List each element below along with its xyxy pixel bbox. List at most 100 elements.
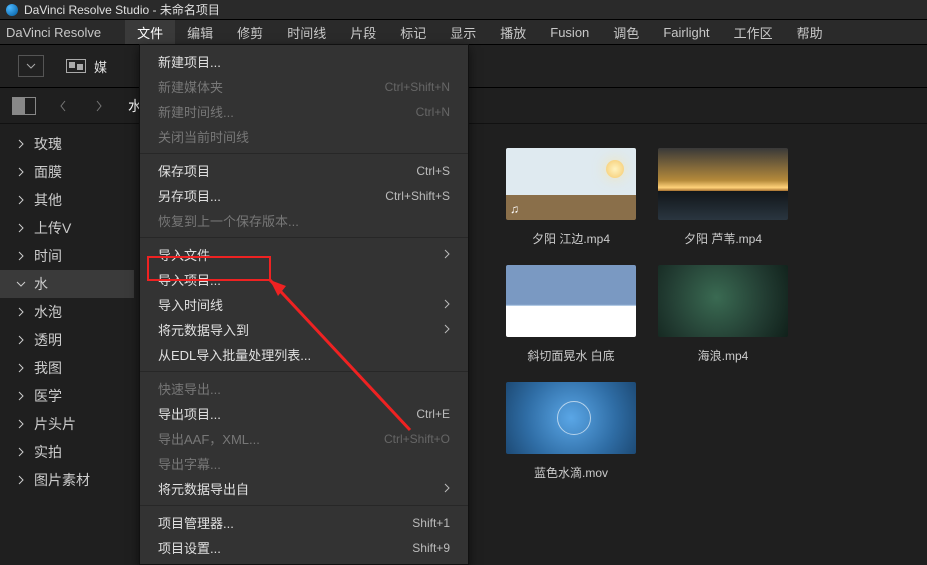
nav-forward-button[interactable] bbox=[90, 97, 108, 115]
menu-entry: 新建媒体夹Ctrl+Shift+N bbox=[140, 74, 468, 99]
menubar: DaVinci Resolve 文件编辑修剪时间线片段标记显示播放Fusion调… bbox=[0, 20, 927, 44]
clip-name: 夕阳 江边.mp4 bbox=[532, 230, 610, 247]
media-pool-label: 媒 bbox=[94, 57, 107, 76]
clip-thumbnail bbox=[506, 382, 636, 454]
media-clip[interactable]: 夕阳 芦苇.mp4 bbox=[658, 148, 788, 247]
menu-item-调色[interactable]: 调色 bbox=[601, 20, 651, 44]
menu-entry-label: 导出项目... bbox=[158, 404, 221, 423]
menu-entry-label: 另存项目... bbox=[158, 186, 221, 205]
bin-label: 医学 bbox=[34, 386, 62, 406]
media-clip[interactable]: 海浪.mp4 bbox=[658, 265, 788, 364]
menu-shortcut: Ctrl+Shift+O bbox=[384, 432, 450, 446]
bin-label: 实拍 bbox=[34, 442, 62, 462]
menu-item-标记[interactable]: 标记 bbox=[388, 20, 438, 44]
menu-entry[interactable]: 从EDL导入批量处理列表... bbox=[140, 342, 468, 367]
clip-name: 夕阳 芦苇.mp4 bbox=[684, 230, 762, 247]
menu-item-帮助[interactable]: 帮助 bbox=[785, 20, 835, 44]
menu-entry: 导出AAF，XML... Ctrl+Shift+O bbox=[140, 426, 468, 451]
menu-entry[interactable]: 保存项目Ctrl+S bbox=[140, 158, 468, 183]
bin-item[interactable]: 面膜 bbox=[0, 158, 134, 186]
menu-item-修剪[interactable]: 修剪 bbox=[225, 20, 275, 44]
chevron-right-icon bbox=[16, 307, 26, 317]
nav-back-button[interactable] bbox=[54, 97, 72, 115]
menu-entry[interactable]: 项目设置...Shift+9 bbox=[140, 535, 468, 560]
chevron-right-icon bbox=[16, 447, 26, 457]
menu-entry-label: 将元数据导出自 bbox=[158, 479, 249, 498]
menu-shortcut: Ctrl+N bbox=[416, 105, 450, 119]
bin-item[interactable]: 上传V bbox=[0, 214, 134, 242]
menu-entry[interactable]: 项目管理器...Shift+1 bbox=[140, 510, 468, 535]
bin-label: 透明 bbox=[34, 330, 62, 350]
menu-item-Fusion[interactable]: Fusion bbox=[538, 20, 601, 44]
menu-item-播放[interactable]: 播放 bbox=[488, 20, 538, 44]
bin-tree-sidebar: 玫瑰面膜其他上传V时间水水泡透明我图医学片头片实拍图片素材 bbox=[0, 124, 134, 565]
menu-item-显示[interactable]: 显示 bbox=[438, 20, 488, 44]
chevron-right-icon bbox=[444, 247, 450, 262]
menu-entry-label: 导出字幕... bbox=[158, 454, 221, 473]
bin-item[interactable]: 医学 bbox=[0, 382, 134, 410]
menu-entry[interactable]: 另存项目...Ctrl+Shift+S bbox=[140, 183, 468, 208]
menu-entry-label: 关闭当前时间线 bbox=[158, 127, 249, 146]
bin-item[interactable]: 图片素材 bbox=[0, 466, 134, 494]
bin-item[interactable]: 时间 bbox=[0, 242, 134, 270]
media-clip[interactable]: 斜切面晃水 白底 bbox=[506, 265, 636, 364]
menu-item-片段[interactable]: 片段 bbox=[338, 20, 388, 44]
media-clip[interactable]: 蓝色水滴.mov bbox=[506, 382, 636, 481]
bin-item[interactable]: 片头片 bbox=[0, 410, 134, 438]
bin-label: 图片素材 bbox=[34, 470, 90, 490]
menu-entry-label: 从EDL导入批量处理列表... bbox=[158, 345, 311, 364]
bin-item[interactable]: 透明 bbox=[0, 326, 134, 354]
menu-entry: 关闭当前时间线 bbox=[140, 124, 468, 149]
menu-entry[interactable]: 新建项目... bbox=[140, 49, 468, 74]
menu-item-编辑[interactable]: 编辑 bbox=[175, 20, 225, 44]
menu-entry-label: 新建时间线... bbox=[158, 102, 234, 121]
chevron-right-icon bbox=[16, 419, 26, 429]
bin-item[interactable]: 水 bbox=[0, 270, 134, 298]
chevron-right-icon bbox=[444, 481, 450, 496]
menu-separator bbox=[140, 153, 468, 154]
menu-entry[interactable]: 导出项目...Ctrl+E bbox=[140, 401, 468, 426]
bin-label: 水泡 bbox=[34, 302, 62, 322]
menu-entry: 恢复到上一个保存版本... bbox=[140, 208, 468, 233]
menu-entry[interactable]: 将元数据导出自 bbox=[140, 476, 468, 501]
menu-separator bbox=[140, 371, 468, 372]
layout-dropdown-button[interactable] bbox=[18, 55, 44, 77]
panel-layout-icon[interactable] bbox=[12, 97, 36, 115]
menu-entry-label: 导出AAF，XML... bbox=[158, 429, 260, 448]
app-icon bbox=[6, 4, 18, 16]
clip-thumbnail bbox=[658, 148, 788, 220]
clip-thumbnail bbox=[658, 265, 788, 337]
bin-item[interactable]: 玫瑰 bbox=[0, 130, 134, 158]
bin-item[interactable]: 水泡 bbox=[0, 298, 134, 326]
menu-item-工作区[interactable]: 工作区 bbox=[722, 20, 785, 44]
menu-entry[interactable]: 导入时间线 bbox=[140, 292, 468, 317]
menu-item-文件[interactable]: 文件 bbox=[125, 20, 175, 44]
media-clip[interactable]: ♫夕阳 江边.mp4 bbox=[506, 148, 636, 247]
menu-shortcut: Shift+1 bbox=[412, 516, 450, 530]
menu-item-时间线[interactable]: 时间线 bbox=[275, 20, 338, 44]
menu-entry-label: 保存项目 bbox=[158, 161, 210, 180]
menu-entry-label: 将元数据导入到 bbox=[158, 320, 249, 339]
media-pool-tab[interactable]: 媒 bbox=[56, 57, 117, 76]
menu-shortcut: Shift+9 bbox=[412, 541, 450, 555]
menu-entry[interactable]: 将元数据导入到 bbox=[140, 317, 468, 342]
chevron-right-icon bbox=[16, 195, 26, 205]
chevron-right-icon bbox=[16, 223, 26, 233]
chevron-right-icon bbox=[16, 363, 26, 373]
app-name-label[interactable]: DaVinci Resolve bbox=[6, 25, 101, 40]
clip-name: 斜切面晃水 白底 bbox=[527, 347, 614, 364]
bin-label: 其他 bbox=[34, 190, 62, 210]
menu-entry-label: 恢复到上一个保存版本... bbox=[158, 211, 299, 230]
menu-entry: 快速导出... bbox=[140, 376, 468, 401]
chevron-right-icon bbox=[16, 475, 26, 485]
bin-item[interactable]: 实拍 bbox=[0, 438, 134, 466]
menu-item-Fairlight[interactable]: Fairlight bbox=[651, 20, 721, 44]
media-pool-icon bbox=[66, 59, 86, 73]
bin-label: 我图 bbox=[34, 358, 62, 378]
bin-label: 片头片 bbox=[34, 414, 76, 434]
bin-item[interactable]: 其他 bbox=[0, 186, 134, 214]
menu-separator bbox=[140, 505, 468, 506]
bin-item[interactable]: 我图 bbox=[0, 354, 134, 382]
menu-entry: 新建时间线... Ctrl+N bbox=[140, 99, 468, 124]
bin-label: 玫瑰 bbox=[34, 134, 62, 154]
